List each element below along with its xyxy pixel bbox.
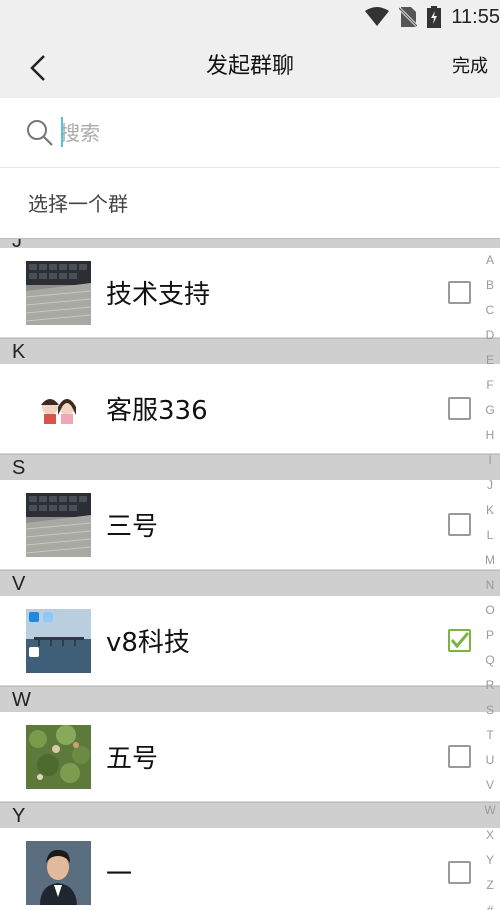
search-bar	[0, 98, 500, 168]
select-checkbox[interactable]	[448, 861, 471, 884]
index-letter[interactable]: S	[480, 698, 500, 723]
index-letter[interactable]: Y	[480, 848, 500, 873]
index-letter[interactable]: O	[480, 598, 500, 623]
index-letter[interactable]: Z	[480, 873, 500, 898]
section-header-y: Y	[0, 802, 500, 828]
search-icon	[27, 120, 53, 146]
index-letter[interactable]: R	[480, 673, 500, 698]
index-letter[interactable]: T	[480, 723, 500, 748]
contact-row[interactable]: 三号	[0, 480, 500, 570]
index-letter[interactable]: X	[480, 823, 500, 848]
avatar-keyboard-photo	[26, 261, 91, 325]
contact-name: 五号	[106, 744, 159, 774]
status-icons: 11:55	[365, 4, 500, 30]
section-header-w: W	[0, 686, 500, 712]
index-letter[interactable]: U	[480, 748, 500, 773]
done-button[interactable]: 完成	[452, 52, 488, 82]
battery-charging-icon	[427, 6, 442, 28]
status-time: 11:55	[451, 5, 500, 28]
contact-row[interactable]: 技术支持	[0, 248, 500, 338]
select-group-label: 选择一个群	[28, 192, 128, 216]
index-letter[interactable]: C	[480, 298, 500, 323]
avatar-garden-plants-photo	[26, 725, 91, 789]
select-checkbox[interactable]	[448, 281, 471, 304]
avatar-man-portrait-photo	[26, 841, 91, 905]
select-checkbox[interactable]	[448, 513, 471, 536]
contact-name: 三号	[106, 512, 159, 542]
index-letter[interactable]: N	[480, 573, 500, 598]
no-sim-icon	[399, 6, 418, 28]
avatar-pier-seascape-photo	[26, 609, 91, 673]
index-letter[interactable]: J	[480, 473, 500, 498]
index-letter[interactable]: B	[480, 273, 500, 298]
index-letter[interactable]: #	[480, 898, 500, 910]
section-header-j: J	[0, 238, 500, 248]
status-bar: 11:55	[0, 0, 500, 36]
contact-name: 客服336	[106, 396, 208, 426]
index-letter[interactable]: W	[480, 798, 500, 823]
app-bar: 发起群聊 完成	[0, 36, 500, 98]
section-header-v: V	[0, 570, 500, 596]
index-letter[interactable]: L	[480, 523, 500, 548]
contact-name: v8科技	[106, 628, 190, 658]
avatar-cartoon-couple	[26, 377, 91, 441]
index-letter[interactable]: A	[480, 248, 500, 273]
back-button[interactable]	[18, 48, 58, 88]
avatar-keyboard-photo	[26, 493, 91, 557]
section-header-k: K	[0, 338, 500, 364]
text-cursor	[61, 117, 63, 147]
index-letter[interactable]: M	[480, 548, 500, 573]
index-letter[interactable]: I	[480, 448, 500, 473]
chevron-left-icon	[30, 55, 45, 81]
contact-row[interactable]: 一	[0, 828, 500, 910]
index-letter[interactable]: D	[480, 323, 500, 348]
contact-list[interactable]: J 技术支持 K 客服336 S	[0, 238, 500, 910]
contact-name: 技术支持	[106, 280, 211, 310]
search-input[interactable]	[60, 116, 460, 150]
index-letter[interactable]: P	[480, 623, 500, 648]
index-letter[interactable]: K	[480, 498, 500, 523]
contact-row[interactable]: 客服336	[0, 364, 500, 454]
section-header-s: S	[0, 454, 500, 480]
index-letter[interactable]: F	[480, 373, 500, 398]
alphabet-index-bar[interactable]: A B C D E F G H I J K L M N O P Q R S T …	[480, 248, 500, 910]
select-group-row[interactable]: 选择一个群	[0, 168, 500, 238]
index-letter[interactable]: H	[480, 423, 500, 448]
index-letter[interactable]: V	[480, 773, 500, 798]
select-checkbox[interactable]	[448, 397, 471, 420]
index-letter[interactable]: G	[480, 398, 500, 423]
index-letter[interactable]: Q	[480, 648, 500, 673]
contact-row[interactable]: 五号	[0, 712, 500, 802]
checkmark-icon	[450, 632, 469, 649]
contact-row[interactable]: v8科技	[0, 596, 500, 686]
page-title: 发起群聊	[205, 54, 294, 79]
index-letter[interactable]: E	[480, 348, 500, 373]
wifi-icon	[365, 7, 390, 26]
select-checkbox[interactable]	[448, 745, 471, 768]
select-checkbox-checked[interactable]	[448, 629, 471, 652]
contact-name: 一	[106, 860, 133, 890]
